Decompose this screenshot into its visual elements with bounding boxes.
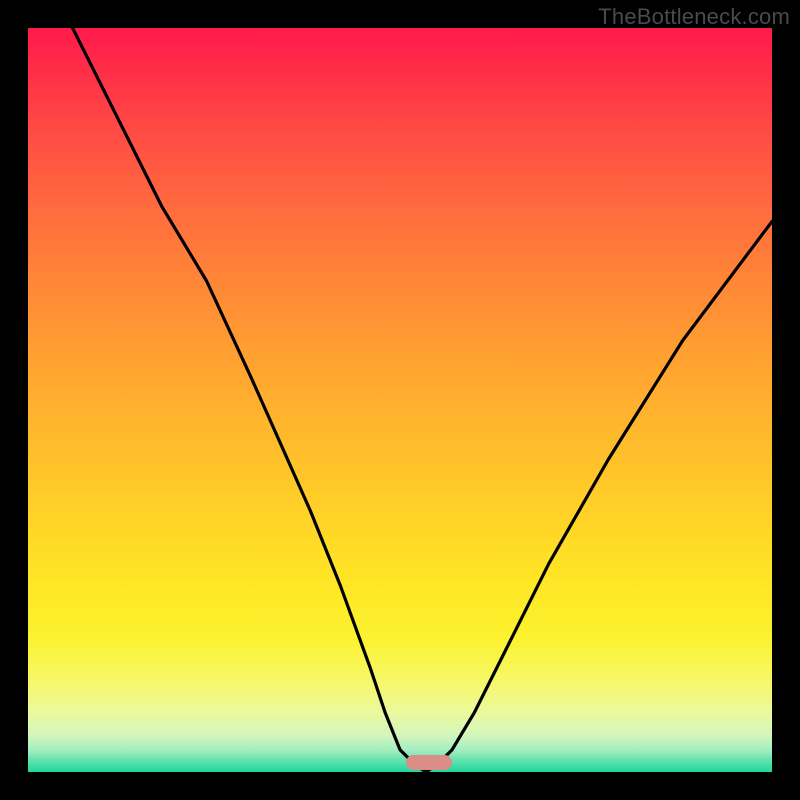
chart-frame: TheBottleneck.com (0, 0, 800, 800)
watermark-text: TheBottleneck.com (598, 4, 790, 30)
optimal-marker (406, 755, 452, 770)
bottleneck-curve (28, 28, 772, 772)
plot-area (28, 28, 772, 772)
